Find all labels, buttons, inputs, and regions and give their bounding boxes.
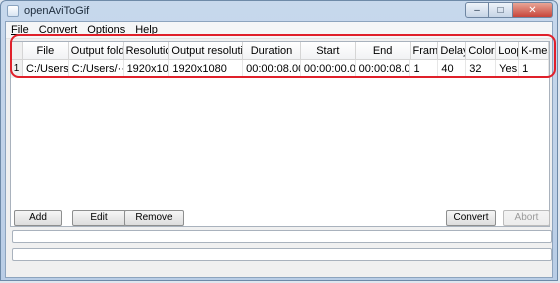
table-row[interactable]: 1 C:/Users/··· C:/Users/··· 1920x1080 19…	[11, 60, 549, 78]
column-header-delay[interactable]: Delay	[438, 42, 467, 60]
remove-button[interactable]: Remove	[124, 210, 184, 226]
column-header-output-resolution[interactable]: Output resolution	[169, 42, 244, 60]
cell-resolution[interactable]: 1920x1080	[123, 60, 170, 78]
close-icon[interactable]: ✕	[513, 2, 553, 18]
app-window: openAviToGif – □ ✕ File Convert Options …	[0, 0, 558, 281]
menu-convert-label: onvert	[46, 24, 78, 36]
app-icon	[7, 5, 19, 17]
menu-help-mnemonic: H	[135, 24, 144, 36]
client-area: File Convert Options Help File Output fo…	[5, 21, 553, 278]
menu-help-label: elp	[143, 24, 158, 36]
column-header-loop[interactable]: Loop	[496, 42, 520, 60]
job-table[interactable]: File Output folder Resolution Output res…	[10, 41, 550, 227]
edit-button[interactable]: Edit	[72, 210, 126, 226]
maximize-icon[interactable]: □	[489, 2, 513, 18]
cell-frame[interactable]: 1	[410, 60, 439, 78]
cell-k-means[interactable]: 1	[519, 60, 549, 78]
menu-convert-mnemonic: C	[38, 24, 47, 36]
menu-bar: File Convert Options Help	[6, 22, 552, 39]
action-buttons: Add Edit Remove Convert Abort	[12, 210, 552, 226]
menu-file[interactable]: File	[6, 22, 34, 38]
cell-duration[interactable]: 00:00:08.000	[243, 60, 301, 78]
column-header-end[interactable]: End	[355, 42, 411, 60]
column-header-output-folder[interactable]: Output folder	[68, 42, 124, 60]
add-button[interactable]: Add	[14, 210, 62, 226]
window-controls: – □ ✕	[465, 2, 553, 18]
cell-colors[interactable]: 32	[466, 60, 497, 78]
cell-start[interactable]: 00:00:00.000	[300, 60, 356, 78]
column-header-k-means[interactable]: K-means	[519, 42, 549, 60]
window-title: openAviToGif	[24, 5, 90, 17]
convert-button[interactable]: Convert	[446, 210, 496, 226]
cell-delay[interactable]: 40	[438, 60, 467, 78]
progress-field-1	[12, 230, 552, 243]
cell-output-folder[interactable]: C:/Users/···	[68, 60, 124, 78]
menu-options-mnemonic: O	[87, 24, 96, 36]
menu-file-mnemonic: F	[11, 24, 18, 36]
progress-field-2	[12, 248, 552, 261]
cell-end[interactable]: 00:00:08.000	[355, 60, 411, 78]
row-number[interactable]: 1	[11, 60, 23, 78]
column-header-resolution[interactable]: Resolution	[123, 42, 170, 60]
cell-loop[interactable]: Yes	[496, 60, 520, 78]
title-bar[interactable]: openAviToGif – □ ✕	[1, 1, 557, 21]
cell-output-resolution[interactable]: 1920x1080	[169, 60, 244, 78]
column-header-duration[interactable]: Duration	[243, 42, 301, 60]
menu-help[interactable]: Help	[130, 22, 163, 38]
menu-file-label: ile	[17, 24, 29, 36]
menu-convert[interactable]: Convert	[34, 22, 83, 38]
menu-options[interactable]: Options	[82, 22, 130, 38]
column-header-colors[interactable]: Colors	[466, 42, 497, 60]
cell-file[interactable]: C:/Users/···	[22, 60, 69, 78]
minimize-icon[interactable]: –	[465, 2, 489, 18]
menu-options-label: ptions	[95, 24, 126, 36]
column-header-frame[interactable]: Frame	[410, 42, 439, 60]
column-header-start[interactable]: Start	[300, 42, 356, 60]
row-number-header	[11, 42, 23, 60]
table-header: File Output folder Resolution Output res…	[11, 42, 549, 60]
abort-button: Abort	[503, 210, 550, 226]
column-header-file[interactable]: File	[22, 42, 69, 60]
